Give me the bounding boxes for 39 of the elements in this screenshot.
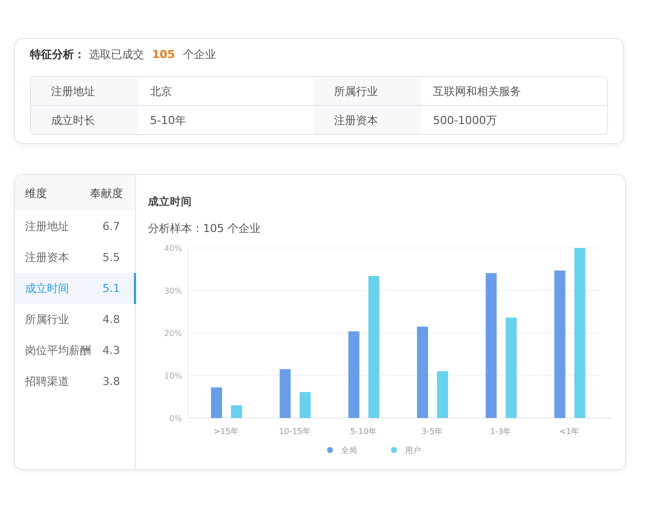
dimension-item[interactable]: 注册地址 6.7 bbox=[15, 211, 136, 242]
dimension-item[interactable]: 岗位平均薪酬 4.3 bbox=[15, 335, 136, 366]
table-label: 成立时长 bbox=[31, 106, 138, 134]
bar bbox=[437, 371, 448, 418]
table-label: 注册地址 bbox=[31, 77, 138, 105]
axis-label: 20% bbox=[164, 329, 182, 338]
dimension-item[interactable]: 招聘渠道 3.8 bbox=[15, 366, 136, 397]
table-value: 互联网和相关服务 bbox=[432, 84, 522, 100]
table-value: 北京 bbox=[149, 84, 173, 100]
legend-label: 全局 bbox=[341, 446, 357, 455]
deal-count: 105 bbox=[152, 48, 175, 61]
table-value: 500-1000万 bbox=[432, 112, 498, 128]
section-title: 特征分析： bbox=[30, 47, 85, 62]
column-header: 维度 bbox=[25, 186, 47, 200]
legend-label: 用户 bbox=[405, 446, 421, 455]
axis-label: 3-5年 bbox=[421, 427, 443, 436]
axis-label: 10% bbox=[164, 372, 182, 380]
bar bbox=[211, 387, 222, 418]
axis-label: 1-3年 bbox=[490, 427, 512, 436]
bar bbox=[300, 392, 311, 418]
table-label: 注册资本 bbox=[314, 106, 421, 134]
table-label: 所属行业 bbox=[314, 77, 421, 105]
bar bbox=[280, 369, 291, 418]
column-header: 奉献度 bbox=[90, 186, 123, 200]
axis-label: <1年 bbox=[559, 427, 580, 436]
axis-label: 40% bbox=[164, 244, 182, 253]
axis-label: 5-10年 bbox=[350, 427, 376, 436]
summary-text: 个企业 bbox=[182, 47, 216, 62]
chart-title: 成立时间 bbox=[148, 195, 193, 209]
axis-label: 10-15年 bbox=[279, 427, 310, 436]
dimension-item[interactable]: 所属行业 4.8 bbox=[15, 304, 136, 335]
dimension-item[interactable]: 注册资本 5.5 bbox=[15, 242, 136, 273]
table-value: 5-10年 bbox=[149, 112, 187, 128]
axis-label: 30% bbox=[164, 286, 182, 296]
axis-label: 0% bbox=[169, 414, 182, 423]
sample-text: 分析样本：105 个企业 bbox=[148, 221, 262, 236]
axis-label: >15年 bbox=[214, 427, 238, 436]
bar bbox=[231, 405, 242, 418]
summary-text: 选取已成交 bbox=[89, 47, 144, 62]
